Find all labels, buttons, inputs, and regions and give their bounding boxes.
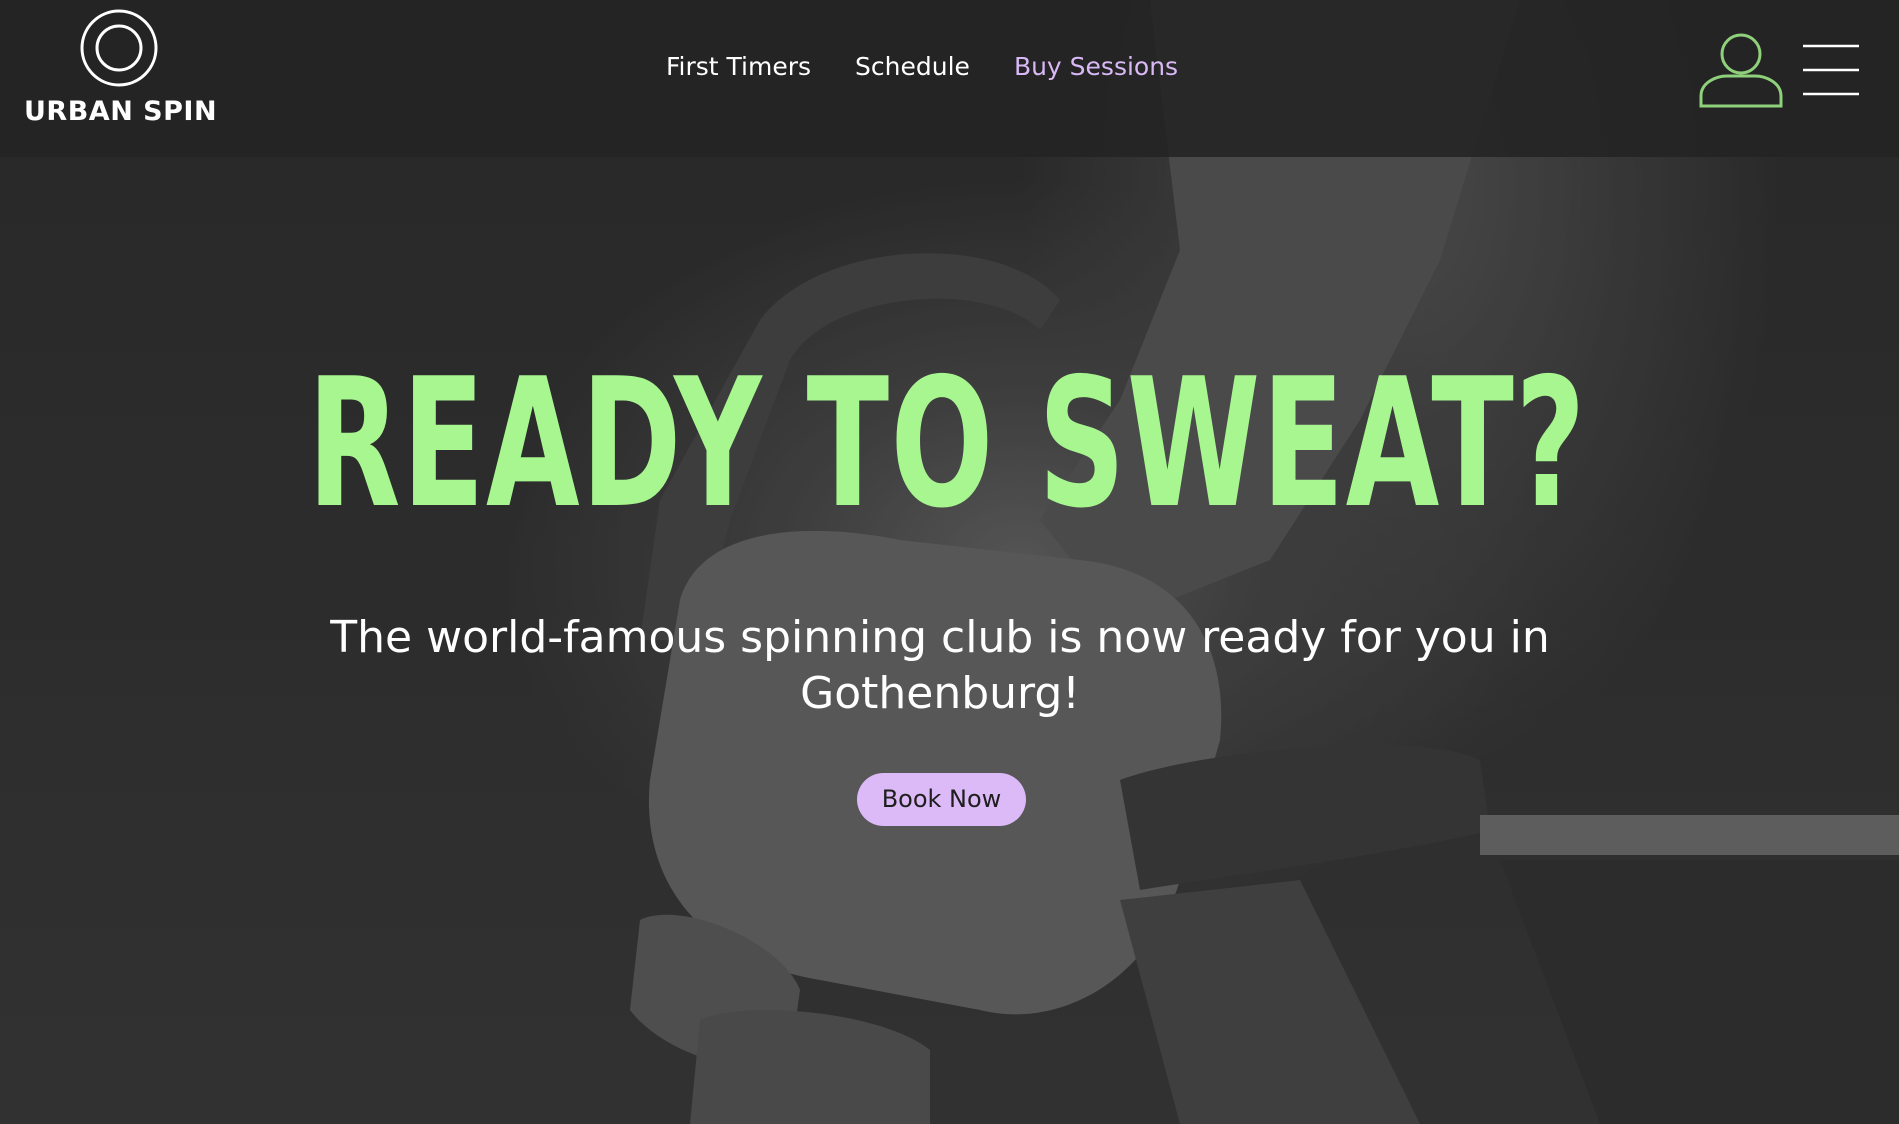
hamburger-menu-icon[interactable] (1803, 42, 1859, 98)
user-icon[interactable] (1697, 30, 1785, 110)
site-header: URBAN SPIN First Timers Schedule Buy Ses… (0, 0, 1899, 157)
book-now-button[interactable]: Book Now (857, 773, 1026, 826)
main-nav: First Timers Schedule Buy Sessions (666, 52, 1178, 92)
hero-subtitle: The world-famous spinning club is now re… (330, 612, 1550, 719)
logo-text: URBAN SPIN (24, 96, 218, 127)
background-overlay (0, 0, 1899, 1124)
hero-title: READY TO SWEAT? (307, 340, 1587, 547)
page: URBAN SPIN First Timers Schedule Buy Ses… (0, 0, 1899, 1124)
logo[interactable]: URBAN SPIN (24, 8, 218, 134)
nav-schedule[interactable]: Schedule (855, 52, 970, 92)
nav-buy-sessions[interactable]: Buy Sessions (1014, 52, 1178, 92)
nav-first-timers[interactable]: First Timers (666, 52, 811, 92)
double-circle-logo-icon (80, 9, 158, 87)
